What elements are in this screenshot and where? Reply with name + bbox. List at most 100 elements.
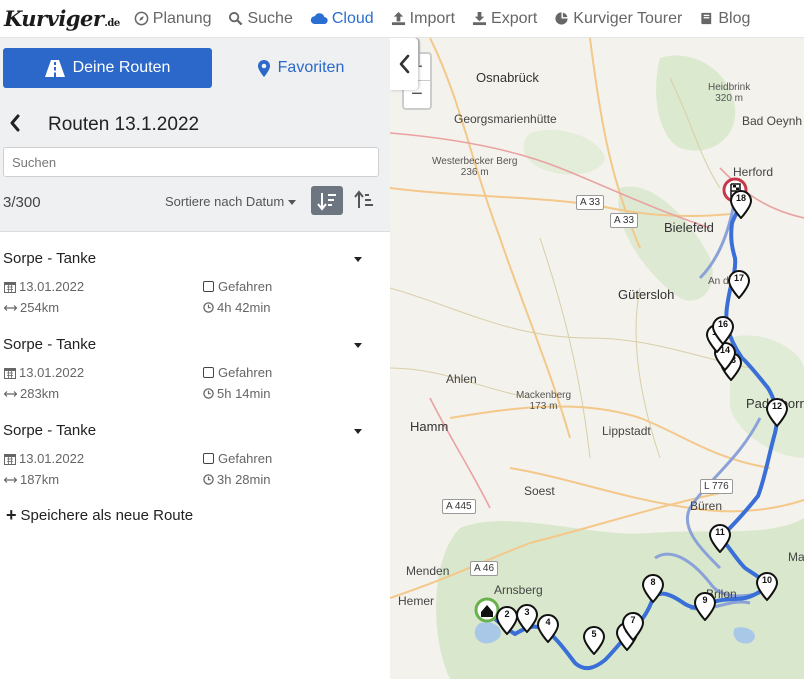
route-name[interactable]: Sorpe - Tanke: [3, 250, 96, 267]
map-label-ma: Ma: [788, 550, 804, 564]
caret-down-icon[interactable]: [354, 343, 362, 348]
route-duration-text: 4h 42min: [217, 300, 271, 315]
map-label-arnsberg: Arnsberg: [494, 583, 543, 597]
search-input[interactable]: [3, 147, 379, 177]
waypoint-marker-2[interactable]: 2: [496, 606, 518, 635]
driven-label: Gefahren: [218, 279, 273, 294]
map-label-heidbrink-elev: 320 m: [715, 93, 744, 104]
map-label-mackenberg: Mackenberg 173 m: [516, 390, 571, 412]
nav-planung-label: Planung: [152, 9, 212, 27]
caret-down-icon[interactable]: [354, 429, 362, 434]
route-duration: 4h 42min: [203, 300, 270, 315]
sidebar-tabs: Deine Routen Favoriten: [0, 38, 390, 94]
map-pin-icon: [257, 59, 270, 77]
waypoint-marker-9[interactable]: 9: [694, 592, 716, 621]
nav-suche[interactable]: Suche: [228, 10, 293, 28]
road-label-a33: A 33: [610, 213, 639, 228]
route-distance: 254km: [4, 300, 59, 315]
logo[interactable]: Kurviger.de: [4, 6, 120, 31]
waypoint-marker-10[interactable]: 10: [756, 572, 778, 601]
map-view[interactable]: Osnabrück Georgsmarienhütte Westerbecker…: [390, 38, 804, 679]
nav-tourer-label: Kurviger Tourer: [573, 9, 683, 27]
waypoint-marker-11[interactable]: 11: [709, 524, 731, 553]
nav-export-label: Export: [491, 9, 538, 27]
map-label-guetersloh: Gütersloh: [618, 287, 675, 302]
routes-header: Routen 13.1.2022 3/300 Sortiere nach Dat…: [0, 94, 390, 232]
waypoint-marker-17[interactable]: 17: [728, 270, 750, 299]
clock-icon: [203, 388, 214, 399]
map-label-menden: Menden: [406, 564, 450, 578]
road-label-l776: L 776: [700, 479, 733, 494]
waypoint-number: 3: [524, 607, 530, 617]
nav-export[interactable]: Export: [472, 10, 537, 28]
route-item[interactable]: Sorpe - Tanke 13.01.2022 187km Gefahren …: [0, 405, 390, 491]
search-icon: [229, 11, 243, 26]
collapse-sidebar-icon[interactable]: [390, 38, 418, 90]
logo-tld: .de: [104, 18, 120, 29]
waypoint-marker-5[interactable]: 5: [583, 626, 605, 655]
route-distance: 187km: [4, 472, 59, 487]
waypoint-marker-3[interactable]: 3: [516, 604, 538, 633]
app-root: Kurviger.de Planung Suche Cloud Import E…: [0, 0, 804, 679]
waypoint-marker-12[interactable]: 12: [766, 398, 788, 427]
checkbox-icon[interactable]: [203, 281, 214, 292]
road-icon: [44, 59, 65, 77]
route-item[interactable]: Sorpe - Tanke 13.01.2022 254km Gefahren …: [0, 233, 390, 319]
nav-kurviger-tourer[interactable]: Kurviger Tourer: [554, 10, 682, 28]
nav-import[interactable]: Import: [391, 10, 455, 28]
sort-dropdown[interactable]: Sortiere nach Datum: [165, 194, 297, 209]
waypoint-marker-18[interactable]: 18: [730, 190, 752, 219]
driven-checkbox[interactable]: Gefahren: [203, 451, 272, 466]
waypoint-number: 11: [715, 527, 725, 537]
sort-ascending-button[interactable]: [350, 186, 378, 215]
route-date-text: 13.01.2022: [19, 365, 85, 380]
top-navigation: Kurviger.de Planung Suche Cloud Import E…: [0, 0, 804, 38]
waypoint-number: 17: [733, 273, 744, 283]
nav-cloud[interactable]: Cloud: [310, 10, 374, 28]
driven-checkbox[interactable]: Gefahren: [203, 279, 272, 294]
download-icon: [472, 11, 487, 26]
route-date-text: 13.01.2022: [19, 451, 85, 466]
checkbox-icon[interactable]: [203, 367, 214, 378]
map-label-herford: Herford: [733, 165, 774, 179]
save-as-new-route-label: Speichere als neue Route: [20, 506, 194, 524]
route-item[interactable]: Sorpe - Tanke 13.01.2022 283km Gefahren …: [0, 319, 390, 405]
waypoint-marker-16[interactable]: 16: [712, 316, 734, 345]
route-distance-text: 254km: [20, 300, 60, 315]
route-name[interactable]: Sorpe - Tanke: [3, 422, 96, 439]
map-label-bielefeld: Bielefeld: [664, 220, 714, 235]
caret-down-icon[interactable]: [354, 257, 362, 262]
map-label-westerbecker: Westerbecker Berg 236 m: [432, 156, 517, 178]
map-label-heidbrink: Heidbrink 320 m: [708, 82, 750, 104]
waypoint-number: 8: [650, 577, 656, 587]
sort-descending-button[interactable]: [311, 186, 343, 215]
nav-planung[interactable]: Planung: [134, 9, 212, 28]
nav-blog-label: Blog: [718, 9, 751, 27]
distance-arrows-icon: [4, 390, 17, 397]
map-label-heidbrink-name: Heidbrink: [708, 82, 751, 93]
checkbox-icon[interactable]: [203, 453, 214, 464]
tab-deine-routen-label: Deine Routen: [72, 59, 171, 76]
back-arrow-icon[interactable]: [6, 112, 24, 134]
tab-deine-routen[interactable]: Deine Routen: [3, 48, 212, 88]
route-count: 3/300: [3, 194, 41, 211]
map-label-mackenberg-name: Mackenberg: [516, 390, 572, 401]
road-label-a33: A 33: [576, 195, 605, 210]
route-name[interactable]: Sorpe - Tanke: [3, 336, 96, 353]
waypoint-marker-4[interactable]: 4: [537, 614, 559, 643]
map-label-bad-oeynh: Bad Oeynh: [742, 114, 803, 128]
waypoint-number: 2: [504, 609, 510, 619]
caret-down-icon: [288, 200, 297, 206]
plus-icon: +: [6, 505, 17, 525]
tab-favoriten[interactable]: Favoriten: [212, 48, 390, 88]
waypoint-marker-8[interactable]: 8: [642, 574, 664, 603]
distance-arrows-icon: [4, 476, 17, 483]
driven-checkbox[interactable]: Gefahren: [203, 365, 272, 380]
waypoint-number: 18: [735, 193, 746, 203]
nav-blog[interactable]: Blog: [699, 10, 750, 28]
waypoint-marker-7[interactable]: 7: [622, 612, 644, 641]
calendar-icon: [4, 453, 16, 465]
map-label-ahlen: Ahlen: [446, 372, 477, 386]
route-distance-text: 283km: [20, 386, 60, 401]
save-as-new-route-button[interactable]: + Speichere als neue Route: [6, 506, 193, 524]
